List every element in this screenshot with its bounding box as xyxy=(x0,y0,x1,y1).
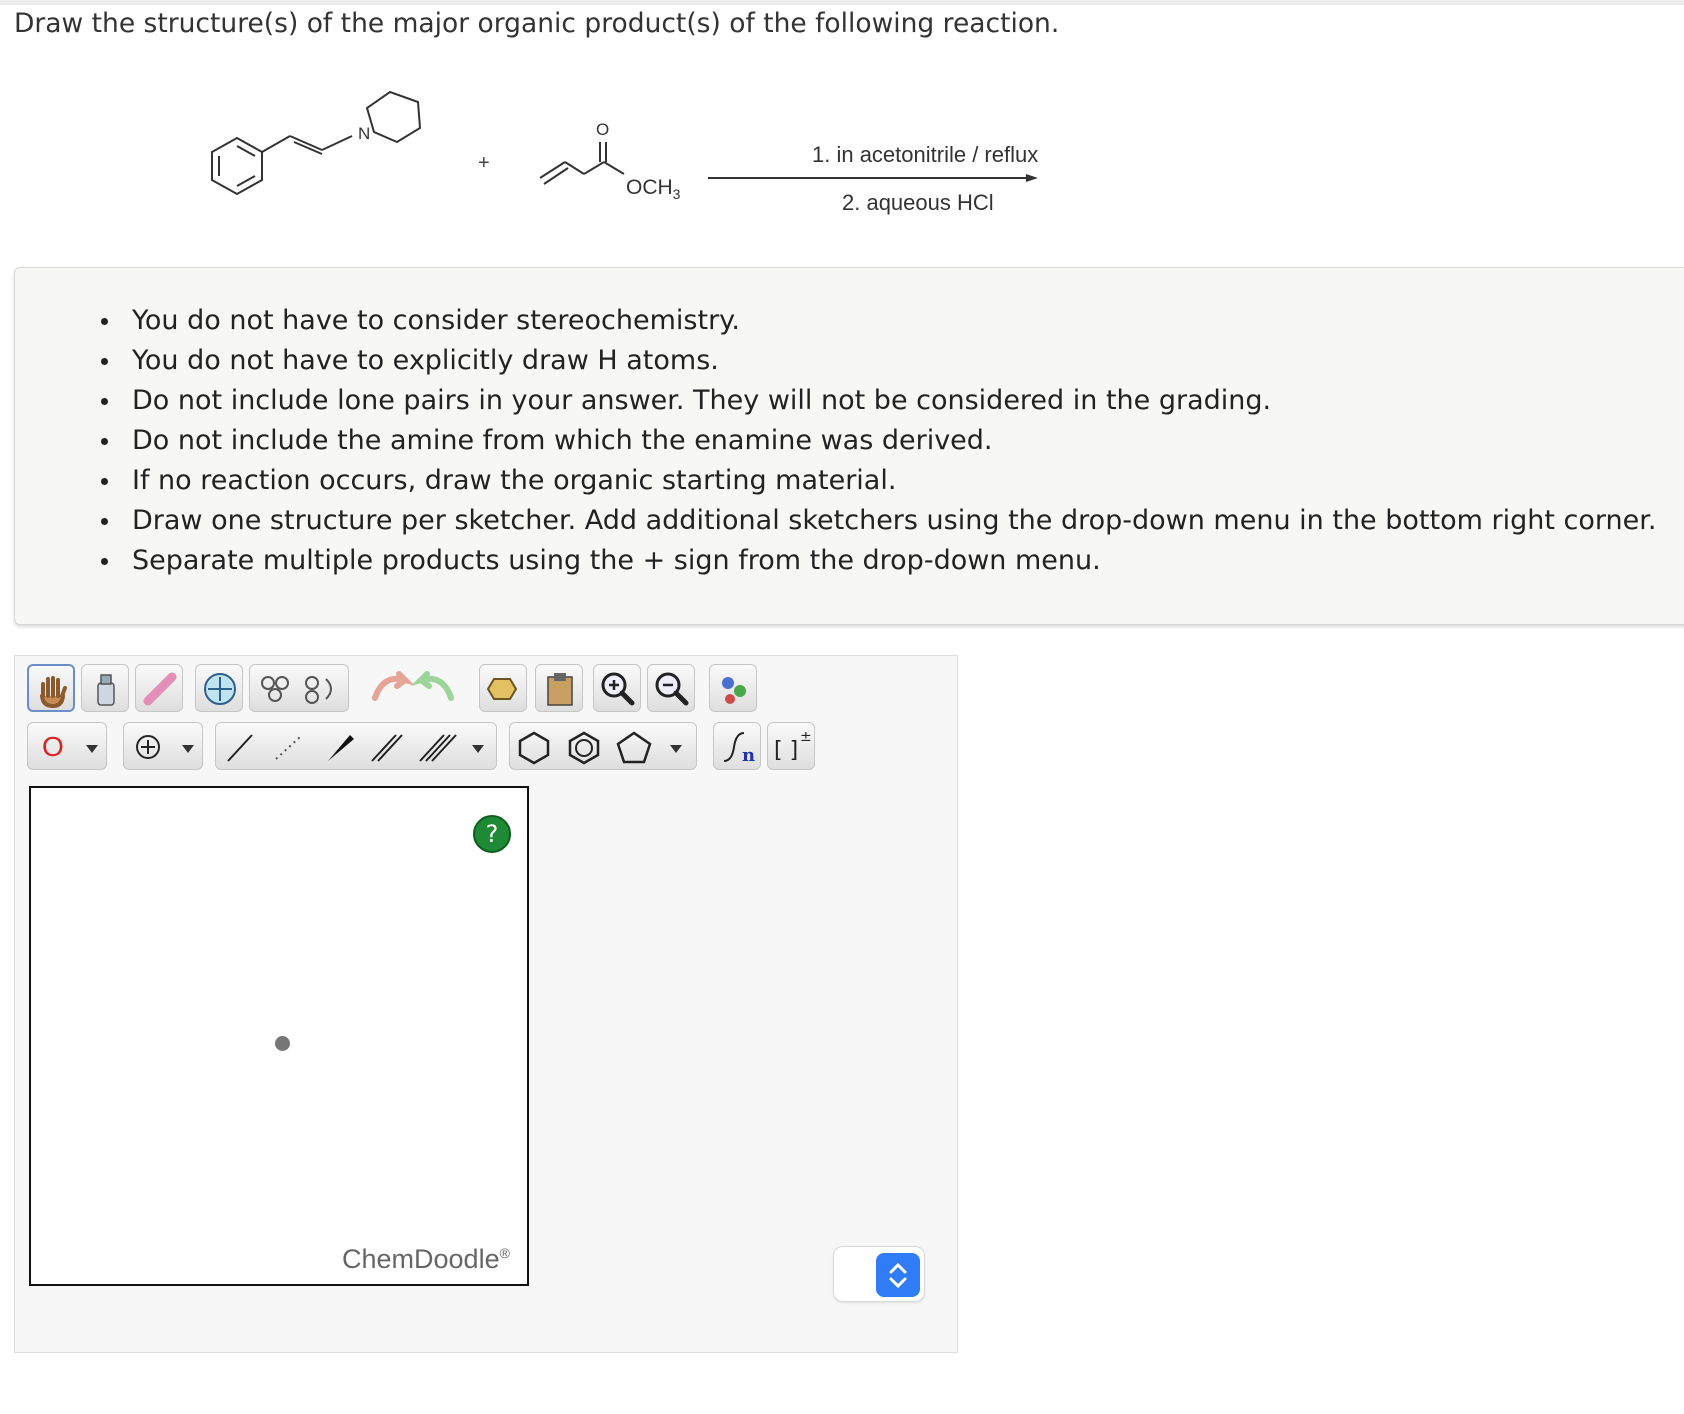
plus-charge-icon xyxy=(136,735,160,759)
undo-redo-icon xyxy=(372,671,454,701)
instruction-item: Do not include lone pairs in your answer… xyxy=(85,381,1656,421)
dropdown-caret-icon xyxy=(670,745,682,753)
oxygen-label: O xyxy=(596,120,610,139)
acrylate-structure xyxy=(539,142,625,185)
chemdoodle-brand: ChemDoodle® xyxy=(342,1244,510,1275)
instruction-item: Do not include the amine from which the … xyxy=(85,421,1656,461)
top-border xyxy=(0,0,1684,5)
dropdown-caret-icon xyxy=(182,745,194,753)
instruction-text: You do not have to explicitly draw H ato… xyxy=(132,345,719,376)
instruction-text: If no reaction occurs, draw the organic … xyxy=(132,465,897,496)
cursor-dot xyxy=(275,1036,290,1051)
zoom-out-button[interactable] xyxy=(647,664,695,712)
atom-tool-button[interactable]: O xyxy=(27,722,107,770)
clipboard-icon xyxy=(547,673,573,706)
eraser-icon xyxy=(143,672,177,706)
bracket-label: [ ] xyxy=(774,738,798,763)
condition-step1: 1. in acetonitrile / reflux xyxy=(812,142,1039,167)
instruction-text: Do not include lone pairs in your answer… xyxy=(132,385,1272,416)
instruction-text: Draw one structure per sketcher. Add add… xyxy=(132,505,1657,536)
molecule-icon xyxy=(722,677,746,704)
bracket-button[interactable]: [ ] ± xyxy=(767,722,815,770)
methoxy-label-subscript: 3 xyxy=(672,186,681,203)
ring-tools-group[interactable] xyxy=(509,722,697,770)
stepper-button[interactable] xyxy=(876,1253,920,1297)
sgroup-label: n xyxy=(742,745,755,766)
reaction-scheme: N + O OCH3 1. in acetonitrile / reflux 2… xyxy=(200,70,1100,220)
add-sketcher-dropdown[interactable] xyxy=(833,1246,925,1302)
bracket-icon: [ ]± xyxy=(774,729,812,763)
instruction-item: You do not have to explicitly draw H ato… xyxy=(85,341,1656,381)
dropdown-caret-icon xyxy=(86,745,98,753)
drawing-canvas[interactable]: ? ChemDoodle® xyxy=(29,786,529,1286)
clean-button[interactable] xyxy=(709,664,757,712)
chemdoodle-sketcher: O n [ ] ± ? ChemDoodle® xyxy=(14,655,958,1353)
paste-button[interactable] xyxy=(535,664,583,712)
instruction-item: Separate multiple products using the + s… xyxy=(85,541,1656,581)
center-icon xyxy=(204,673,236,705)
bracket-charge-label: ± xyxy=(800,729,812,745)
hand-tool-button[interactable] xyxy=(27,664,75,712)
brand-mark: ® xyxy=(499,1245,510,1261)
bond-icons xyxy=(227,734,457,762)
sgroup-icon: n xyxy=(723,732,755,766)
instructions-box: You do not have to consider stereochemis… xyxy=(14,267,1684,625)
undo-redo-group xyxy=(365,664,461,712)
zoom-in-icon xyxy=(601,672,635,706)
plus-sign: + xyxy=(478,152,490,174)
hand-icon xyxy=(40,676,67,709)
chevron-up-down-icon xyxy=(889,1262,907,1289)
flip-rotate-button[interactable] xyxy=(249,664,349,712)
brand-name: ChemDoodle xyxy=(342,1244,500,1274)
methoxy-label-main: OCH xyxy=(626,176,673,199)
question-title: Draw the structure(s) of the major organ… xyxy=(14,8,1060,39)
center-button[interactable] xyxy=(195,664,243,712)
nitrogen-label: N xyxy=(358,124,371,143)
instruction-text: You do not have to consider stereochemis… xyxy=(132,305,740,336)
condition-step2: 2. aqueous HCl xyxy=(842,190,994,215)
instruction-item: Draw one structure per sketcher. Add add… xyxy=(85,501,1656,541)
instructions-list: You do not have to consider stereochemis… xyxy=(85,301,1656,581)
dropdown-caret-icon xyxy=(472,745,484,753)
zoom-in-button[interactable] xyxy=(593,664,641,712)
enamine-structure xyxy=(211,90,422,196)
instruction-item: You do not have to consider stereochemis… xyxy=(85,301,1656,341)
bond-tools-group[interactable] xyxy=(215,722,497,770)
atom-label: O xyxy=(42,731,64,762)
charge-tool-button[interactable] xyxy=(123,722,203,770)
zoom-out-icon xyxy=(655,672,689,706)
help-button[interactable]: ? xyxy=(473,815,511,853)
flip-icon xyxy=(261,676,332,704)
clear-button[interactable] xyxy=(81,664,129,712)
instruction-text: Separate multiple products using the + s… xyxy=(132,545,1101,576)
piperidine-ring xyxy=(365,90,422,144)
eraser-button[interactable] xyxy=(135,664,183,712)
methoxy-label: OCH3 xyxy=(626,176,680,202)
instruction-text: Do not include the amine from which the … xyxy=(132,425,993,456)
bottle-icon xyxy=(97,674,115,706)
reaction-arrow xyxy=(708,174,1038,182)
template-icon xyxy=(486,678,518,700)
sgroup-button[interactable]: n xyxy=(713,722,761,770)
instruction-item: If no reaction occurs, draw the organic … xyxy=(85,461,1656,501)
template-button[interactable] xyxy=(479,664,527,712)
